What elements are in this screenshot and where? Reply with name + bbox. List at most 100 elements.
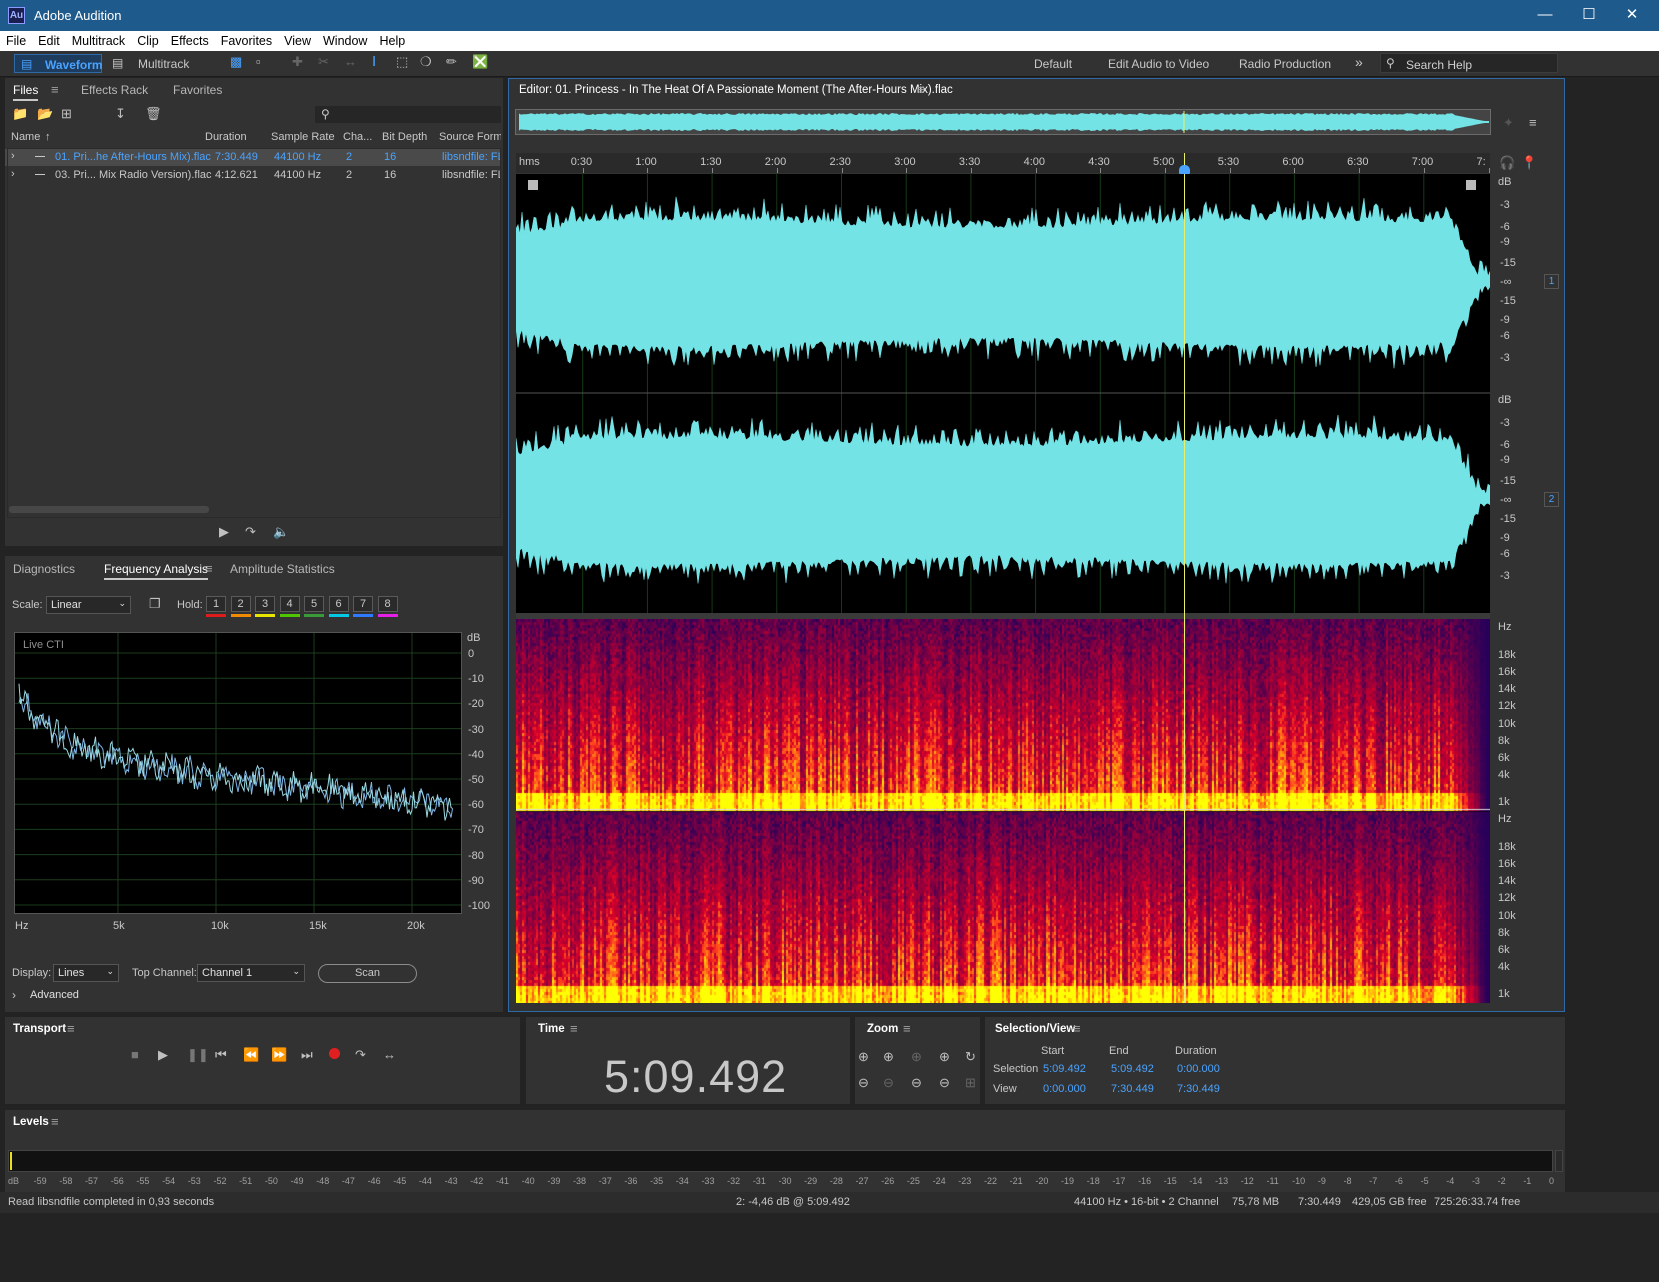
spectral-frequency-icon[interactable]: ▩ [230, 54, 242, 70]
col-duration[interactable]: Duration [205, 131, 247, 143]
zoom-out-all-icon[interactable]: ⊖ [939, 1075, 950, 1091]
multitrack-view-button[interactable]: ▤ Multitrack [108, 54, 198, 73]
more-workspaces-icon[interactable]: » [1355, 54, 1363, 70]
menu-window[interactable]: Window [317, 31, 373, 48]
zoom-out-amplitude-icon[interactable]: ⊖ [858, 1075, 869, 1091]
tab-frequency-analysis[interactable]: Frequency Analysis [104, 562, 209, 580]
fade-in-handle-icon[interactable] [528, 180, 538, 190]
selection-menu-icon[interactable]: ≡ [1073, 1021, 1081, 1036]
open-file-icon[interactable]: 📁 [12, 106, 28, 122]
menu-view[interactable]: View [278, 31, 317, 48]
zoom-in-selection-icon[interactable]: ⊕ [911, 1049, 922, 1065]
hold-button-5[interactable]: 5 [304, 596, 324, 612]
table-row[interactable]: › ⎯⎯ 01. Pri...he After-Hours Mix).flac … [5, 149, 501, 166]
move-tool-icon[interactable]: ✚ [292, 54, 303, 70]
hold-button-6[interactable]: 6 [328, 596, 349, 612]
zoom-reset-icon[interactable]: ↻ [965, 1049, 976, 1065]
menu-favorites[interactable]: Favorites [215, 31, 278, 48]
channel-number-badge[interactable]: 2 [1544, 492, 1559, 507]
display-select[interactable]: Lines ⌄ [53, 964, 119, 982]
menu-effects[interactable]: Effects [165, 31, 215, 48]
time-selection-tool-icon[interactable]: I [372, 53, 376, 70]
rewind-icon[interactable]: ⏪ [243, 1047, 259, 1063]
transport-menu-icon[interactable]: ≡ [67, 1021, 75, 1036]
workspace-radio-production[interactable]: Radio Production [1239, 57, 1331, 71]
hold-button-4[interactable]: 4 [279, 596, 300, 612]
scan-button[interactable]: Scan [318, 964, 417, 983]
preview-volume-icon[interactable]: 🔈 [273, 524, 289, 540]
tab-favorites[interactable]: Favorites [173, 83, 222, 97]
lasso-tool-icon[interactable]: ❍ [420, 54, 432, 70]
play-icon[interactable]: ▶ [158, 1047, 168, 1063]
new-file-icon[interactable]: ⊞ [61, 106, 72, 122]
minimize-icon[interactable]: — [1527, 4, 1563, 26]
slip-tool-icon[interactable]: ↔ [344, 54, 357, 69]
menu-help[interactable]: Help [373, 31, 411, 48]
preview-loop-icon[interactable]: ↷ [245, 524, 256, 540]
selection-duration-value[interactable]: 0:00.000 [1177, 1063, 1220, 1075]
hold-button-2[interactable]: 2 [230, 596, 251, 612]
time-ruler[interactable]: hms 0:30 1:00 1:30 2:00 2:30 3:00 3:30 4:00 4:30… [516, 153, 1490, 173]
snapshot-icon[interactable]: ❐ [149, 596, 161, 612]
advanced-expand-icon[interactable]: › [12, 988, 16, 1002]
search-help-field[interactable]: ⚲ Search Help [1380, 53, 1558, 73]
zoom-out-time-icon[interactable]: ⊖ [883, 1075, 894, 1091]
pause-icon[interactable]: ❚❚ [187, 1047, 209, 1063]
menu-file[interactable]: File [0, 31, 32, 48]
view-start-value[interactable]: 0:00.000 [1043, 1083, 1086, 1095]
skip-selection-icon[interactable]: ↔ [383, 1047, 396, 1062]
hold-button-7[interactable]: 7 [353, 596, 373, 612]
current-time-display[interactable]: 5:09.492 [604, 1051, 787, 1103]
go-to-end-icon[interactable]: ⏭ [301, 1047, 313, 1063]
spectral-pitch-icon[interactable]: ▫ [256, 54, 261, 69]
analysis-menu-icon[interactable]: ≡ [205, 561, 213, 576]
waveform-view-button[interactable]: ▤ Waveform [14, 54, 103, 73]
expand-icon[interactable]: › [11, 150, 15, 162]
tab-diagnostics[interactable]: Diagnostics [13, 562, 75, 576]
zoom-in-amplitude-icon[interactable]: ⊕ [858, 1049, 869, 1065]
files-menu-icon[interactable]: ≡ [51, 82, 59, 97]
table-row[interactable]: › ⎯⎯ 03. Pri... Mix Radio Version).flac … [5, 167, 501, 184]
delete-file-icon[interactable]: 🗑 [145, 106, 162, 122]
close-icon[interactable]: ✕ [1614, 4, 1650, 26]
tab-amplitude-statistics[interactable]: Amplitude Statistics [230, 562, 335, 576]
advanced-label[interactable]: Advanced [30, 989, 79, 1001]
col-source-format[interactable]: Source Forma [439, 131, 501, 143]
waveform-display[interactable] [516, 174, 1490, 613]
razor-tool-icon[interactable]: ✂ [318, 54, 329, 70]
files-horizontal-scrollbar[interactable] [9, 506, 209, 513]
view-end-value[interactable]: 7:30.449 [1111, 1083, 1154, 1095]
menu-clip[interactable]: Clip [131, 31, 165, 48]
expand-icon[interactable]: › [11, 168, 15, 180]
time-menu-icon[interactable]: ≡ [570, 1021, 578, 1036]
top-channel-select[interactable]: Channel 1 ⌄ [197, 964, 305, 982]
editor-menu-icon[interactable]: ≡ [917, 82, 925, 97]
files-search-input[interactable]: ⚲ [315, 106, 501, 123]
workspace-default[interactable]: Default [1034, 57, 1072, 71]
zoom-to-selection-icon[interactable]: ⊕ [939, 1049, 950, 1065]
menu-edit[interactable]: Edit [32, 31, 66, 48]
zoom-out-full-icon[interactable]: ⊖ [911, 1075, 922, 1091]
playhead-handle-icon[interactable] [1179, 165, 1190, 174]
insert-into-multitrack-icon[interactable]: ↧ [115, 106, 126, 122]
menu-multitrack[interactable]: Multitrack [66, 31, 131, 48]
overview-navigator[interactable] [515, 109, 1491, 135]
col-channels[interactable]: Cha... [343, 131, 372, 143]
col-bit-depth[interactable]: Bit Depth [382, 131, 427, 143]
brush-tool-icon[interactable]: ✏ [446, 54, 457, 70]
fade-out-handle-icon[interactable] [1466, 180, 1476, 190]
maximize-icon[interactable]: ☐ [1571, 4, 1607, 26]
panel-options-icon[interactable]: ≡ [1529, 115, 1537, 130]
workspace-edit-audio-to-video[interactable]: Edit Audio to Video [1108, 57, 1209, 71]
headphones-icon[interactable]: 🎧 [1499, 155, 1515, 171]
channel-number-badge[interactable]: 1 [1544, 274, 1559, 289]
zoom-fit-icon[interactable]: ⊞ [965, 1075, 976, 1091]
import-file-icon[interactable]: 📂 [37, 106, 53, 122]
fast-forward-icon[interactable]: ⏩ [271, 1047, 287, 1063]
tab-files[interactable]: Files [13, 83, 39, 101]
levels-menu-icon[interactable]: ≡ [51, 1114, 59, 1129]
loop-playback-icon[interactable]: ↷ [355, 1047, 366, 1063]
zoom-in-time-icon[interactable]: ⊕ [883, 1049, 894, 1065]
selection-start-value[interactable]: 5:09.492 [1043, 1063, 1086, 1075]
marquee-tool-icon[interactable]: ⬚ [396, 54, 408, 70]
